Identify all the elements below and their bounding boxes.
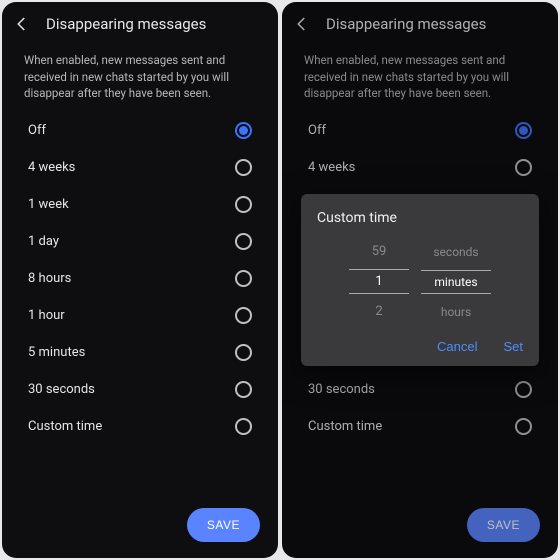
radio-icon[interactable] bbox=[235, 233, 252, 250]
phone-screen-base: Disappearing messages When enabled, new … bbox=[2, 2, 278, 558]
option-row[interactable]: 5 minutes bbox=[6, 334, 274, 371]
option-label: Custom time bbox=[28, 419, 102, 434]
option-row[interactable]: 8 hours bbox=[6, 260, 274, 297]
time-picker[interactable]: 59 seconds 1 minutes 2 hours bbox=[317, 240, 523, 323]
options-list-left: Off 4 weeks 1 week 1 day 8 hours 1 hour 5 minu… bbox=[2, 112, 278, 445]
custom-time-dialog: Custom time 59 seconds 1 minutes 2 hours… bbox=[301, 194, 539, 366]
dialog-actions: Cancel Set bbox=[317, 333, 523, 354]
header: Disappearing messages bbox=[2, 2, 278, 46]
option-label: 1 hour bbox=[28, 308, 65, 323]
picker-active[interactable]: 1 minutes bbox=[345, 269, 495, 294]
radio-icon[interactable] bbox=[235, 418, 252, 435]
radio-icon[interactable] bbox=[235, 122, 252, 139]
dialog-overlay: Custom time 59 seconds 1 minutes 2 hours… bbox=[282, 2, 558, 558]
option-label: Off bbox=[28, 123, 46, 138]
description-text: When enabled, new messages sent and rece… bbox=[2, 46, 278, 112]
picker-next-unit: hours bbox=[421, 301, 491, 323]
back-arrow-icon[interactable] bbox=[12, 14, 32, 34]
save-button[interactable]: SAVE bbox=[187, 508, 260, 542]
option-label: 5 minutes bbox=[28, 345, 85, 360]
option-label: 1 day bbox=[28, 234, 59, 249]
picker-prev-value: 59 bbox=[349, 240, 409, 263]
option-row[interactable]: 1 hour bbox=[6, 297, 274, 334]
option-row[interactable]: Custom time bbox=[6, 408, 274, 445]
option-row[interactable]: 4 weeks bbox=[6, 149, 274, 186]
picker-active-unit: minutes bbox=[421, 270, 491, 294]
radio-icon[interactable] bbox=[235, 159, 252, 176]
set-button[interactable]: Set bbox=[503, 339, 523, 354]
option-row[interactable]: 1 week bbox=[6, 186, 274, 223]
page-title: Disappearing messages bbox=[46, 15, 206, 33]
radio-icon[interactable] bbox=[235, 196, 252, 213]
radio-icon[interactable] bbox=[235, 381, 252, 398]
picker-next-value: 2 bbox=[349, 300, 409, 323]
option-row[interactable]: Off bbox=[6, 112, 274, 149]
radio-icon[interactable] bbox=[235, 270, 252, 287]
phone-screen-dialog: Disappearing messages When enabled, new … bbox=[282, 2, 558, 558]
option-label: 4 weeks bbox=[28, 160, 75, 175]
picker-prev[interactable]: 59 seconds bbox=[345, 240, 495, 263]
picker-active-value: 1 bbox=[349, 269, 409, 294]
option-label: 1 week bbox=[28, 197, 69, 212]
option-label: 30 seconds bbox=[28, 382, 95, 397]
radio-icon[interactable] bbox=[235, 307, 252, 324]
option-label: 8 hours bbox=[28, 271, 71, 286]
picker-next[interactable]: 2 hours bbox=[345, 300, 495, 323]
option-row[interactable]: 30 seconds bbox=[6, 371, 274, 408]
picker-prev-unit: seconds bbox=[421, 241, 491, 263]
option-row[interactable]: 1 day bbox=[6, 223, 274, 260]
cancel-button[interactable]: Cancel bbox=[437, 339, 477, 354]
dialog-title: Custom time bbox=[317, 210, 523, 226]
radio-icon[interactable] bbox=[235, 344, 252, 361]
